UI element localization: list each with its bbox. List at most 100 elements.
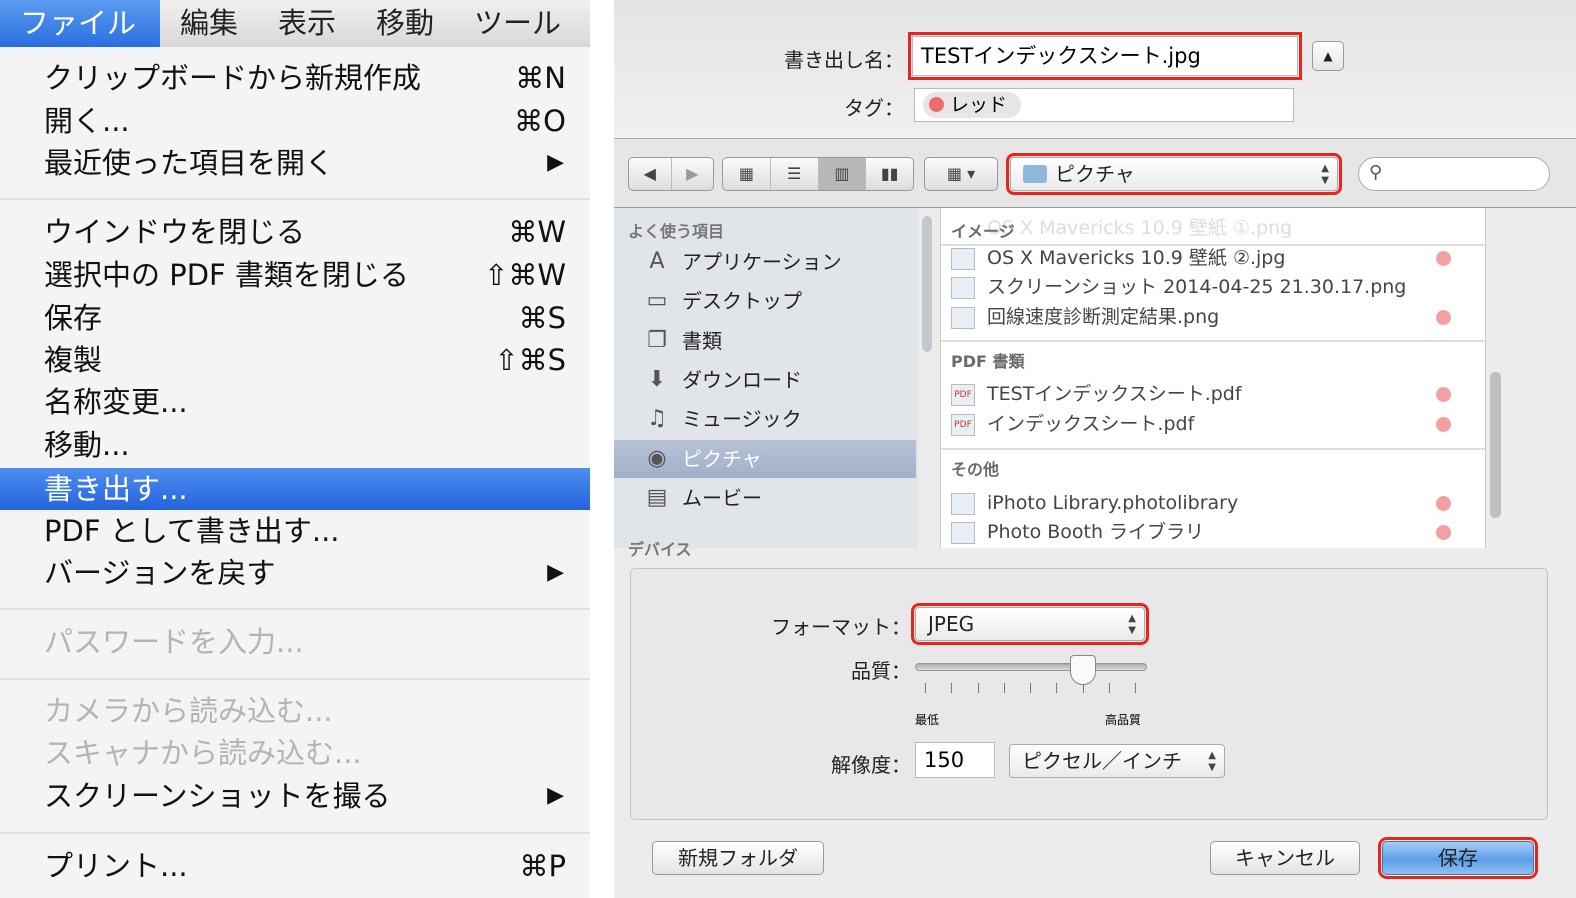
menu-go[interactable]: 移動 — [356, 0, 454, 47]
menu-item[interactable]: スクリーンショットを撮る ▶ — [0, 775, 590, 817]
icon-view-icon[interactable]: ▦ — [723, 158, 771, 190]
export-name-input[interactable]: TESTインデックスシート.jpg — [908, 32, 1302, 80]
shortcut: ⇧⌘W — [484, 258, 566, 292]
movies-icon: ▤ — [646, 484, 668, 510]
tag-label: レッド — [950, 94, 1008, 116]
resolution-input[interactable]: 150 — [915, 742, 995, 778]
submenu-arrow-icon: ▶ — [547, 150, 564, 175]
submenu-arrow-icon: ▶ — [547, 560, 564, 585]
new-folder-button[interactable]: 新規フォルダ — [652, 841, 824, 875]
menu-item[interactable]: 名称変更... — [0, 381, 590, 423]
menu-item[interactable]: プリント... ⌘P — [0, 845, 590, 887]
sidebar-item-music[interactable]: ♫ ミュージック — [614, 400, 916, 438]
slider-thumb[interactable] — [1069, 655, 1096, 685]
sidebar-item-pictures[interactable]: ◉ ピクチャ — [614, 439, 916, 478]
file-item[interactable]: PDF TESTインデックスシート.pdf — [951, 380, 1471, 409]
quality-max-label: 高品質 — [1105, 713, 1142, 727]
image-file-icon — [951, 306, 975, 329]
menu-item[interactable]: 書き出す... — [0, 468, 590, 510]
menu-item[interactable]: ウインドウを閉じる ⌘W — [0, 211, 590, 253]
format-popup[interactable]: JPEG ▲ ▼ — [911, 603, 1149, 645]
menu-item-label: PDF として書き出す... — [44, 514, 340, 548]
tag-color-dot — [929, 97, 944, 112]
export-dialog: 書き出し名： TESTインデックスシート.jpg ▲ タグ： レッド ◀ ▶ ▦ ☰… — [614, 0, 1576, 898]
sidebar-header-favorites: よく使う項目 — [628, 222, 725, 241]
cancel-button[interactable]: キャンセル — [1210, 841, 1360, 875]
file-item[interactable]: Photo Booth ライブラリ — [951, 518, 1471, 547]
collapse-button[interactable]: ▲ — [1312, 41, 1344, 71]
sidebar-item-applications[interactable]: A アプリケーション — [614, 243, 916, 281]
menu-item-label: 保存 — [44, 301, 103, 335]
image-file-icon — [951, 276, 975, 299]
desktop-icon: ▭ — [646, 288, 668, 314]
image-file-icon — [951, 492, 975, 515]
tag-red[interactable]: レッド — [923, 92, 1022, 118]
coverflow-view-icon[interactable]: ▮▮ — [866, 158, 913, 190]
column-view-icon[interactable]: ▥ — [818, 158, 867, 190]
menu-item[interactable]: クリップボードから新規作成 ⌘N — [0, 57, 590, 99]
resolution-unit-popup[interactable]: ピクセル／インチ ▲ ▼ — [1009, 744, 1225, 778]
options-panel: フォーマット： JPEG ▲ ▼ 品質： 最低 高品質 解像度： 150 ピクセル／… — [630, 568, 1548, 820]
shortcut: ⇧⌘S — [494, 343, 566, 377]
sidebar-item-label: アプリケーション — [682, 250, 842, 274]
menu-tools[interactable]: ツール — [454, 0, 581, 47]
menu-view[interactable]: 表示 — [258, 0, 356, 47]
sidebar-item-movies[interactable]: ▤ ムービー — [614, 479, 916, 517]
sidebar-item-desktop[interactable]: ▭ デスクトップ — [614, 282, 916, 320]
file-item[interactable]: iPhoto Library.photolibrary — [951, 489, 1471, 518]
arrange-button[interactable]: ▦ ▾ — [924, 157, 998, 191]
image-file-icon — [951, 521, 975, 544]
file-item[interactable]: スクリーンショット 2014-04-25 21.30.17.png — [951, 273, 1471, 302]
menu-item[interactable]: バージョンを戻す ▶ — [0, 552, 590, 594]
file-list-scrollbar[interactable] — [1490, 372, 1501, 518]
tags-input[interactable]: レッド — [914, 88, 1294, 122]
list-view-icon[interactable]: ☰ — [771, 158, 819, 190]
menu-item-label: スクリーンショットを撮る — [44, 779, 391, 813]
group-header-pdf: PDF 書類 — [951, 352, 1025, 371]
shortcut: ⌘N — [515, 61, 566, 95]
menu-item[interactable]: 開く... ⌘O — [0, 100, 590, 142]
menu-item-label: バージョンを戻す — [44, 556, 276, 590]
menu-edit[interactable]: 編集 — [160, 0, 258, 47]
sidebar-item-documents[interactable]: ❐ 書類 — [614, 322, 916, 360]
menu-file[interactable]: ファイル — [0, 0, 160, 47]
menu-separator — [0, 678, 590, 680]
group-header-image: イメージ — [951, 222, 1015, 241]
slider-tick — [1056, 683, 1058, 693]
menu-item[interactable]: 移動... — [0, 424, 590, 466]
menu-item[interactable]: 複製 ⇧⌘S — [0, 339, 590, 381]
location-popup[interactable]: ピクチャ ▲ ▼ — [1006, 153, 1342, 195]
quality-slider[interactable] — [915, 655, 1147, 719]
sidebar-item-downloads[interactable]: ⬇ ダウンロード — [614, 361, 916, 399]
menu-item[interactable]: PDF として書き出す... — [0, 510, 590, 552]
sidebar-scrollbar[interactable] — [922, 216, 932, 352]
menu-item-label: 最近使った項目を開く — [44, 146, 335, 180]
menu-item[interactable]: 最近使った項目を開く ▶ — [0, 142, 590, 184]
menu-separator — [0, 198, 590, 200]
back-icon[interactable]: ◀ — [629, 158, 672, 190]
forward-icon[interactable]: ▶ — [672, 158, 714, 190]
file-item[interactable]: OS X Mavericks 10.9 壁紙 ②.jpg — [951, 244, 1471, 273]
shortcut: ⌘P — [519, 849, 567, 883]
file-list: OS X Mavericks 10.9 壁紙 ①.png イメージ OS X Mav… — [940, 208, 1486, 548]
menu-item-label: 選択中の PDF 書類を閉じる — [44, 258, 409, 292]
format-label: フォーマット： — [771, 615, 911, 639]
save-button[interactable]: 保存 — [1378, 837, 1538, 879]
view-mode-buttons: ▦ ☰ ▥ ▮▮ — [722, 157, 914, 191]
updown-icon: ▲ ▼ — [1208, 750, 1216, 773]
red-tag-dot — [1436, 417, 1451, 432]
menu-item[interactable]: 選択中の PDF 書類を閉じる ⇧⌘W — [0, 254, 590, 296]
file-item[interactable]: PDF インデックスシート.pdf — [951, 410, 1471, 439]
updown-icon: ▲ ▼ — [1321, 163, 1329, 186]
sidebar-header-devices: デバイス — [628, 540, 692, 559]
menu-item-label: 移動... — [44, 428, 130, 462]
slider-tick — [1135, 683, 1136, 693]
search-input[interactable]: ⚲ — [1358, 157, 1550, 191]
slider-tick — [951, 683, 953, 693]
menu-item[interactable]: 保存 ⌘S — [0, 297, 590, 339]
shortcut: ⌘O — [514, 104, 566, 138]
submenu-arrow-icon: ▶ — [547, 783, 564, 808]
red-tag-dot — [1436, 251, 1451, 266]
sidebar-item-label: ダウンロード — [682, 367, 802, 392]
file-item[interactable]: 回線速度診断測定結果.png — [951, 303, 1471, 332]
